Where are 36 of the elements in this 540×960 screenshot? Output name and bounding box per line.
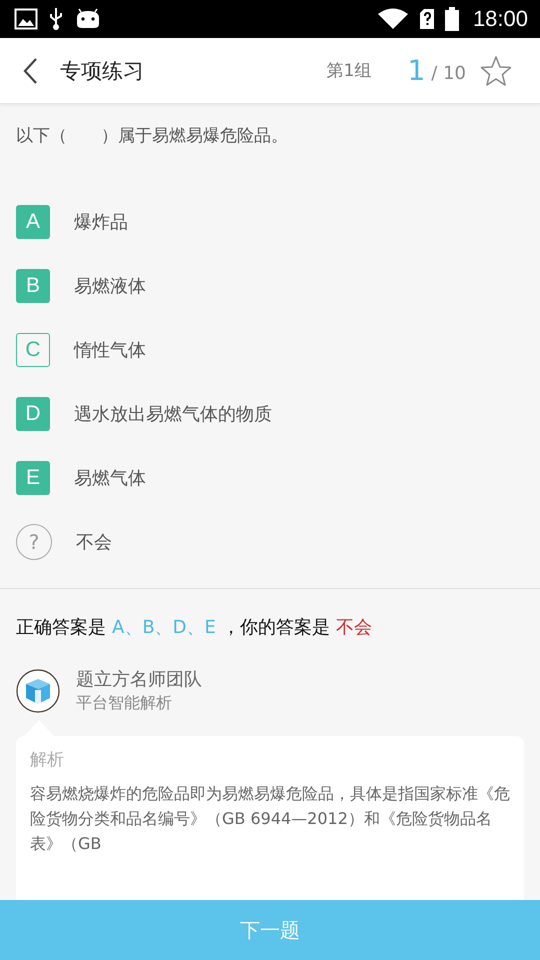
analyst-subtitle: 平台智能解析 — [76, 693, 173, 714]
option-text[interactable]: 易燃液体 — [74, 274, 146, 298]
android-icon — [74, 8, 102, 30]
page-title: 专项练习 — [60, 58, 144, 84]
group-label: 第1组 — [326, 60, 372, 82]
unknown-option-letter[interactable]: ? — [16, 524, 52, 560]
option-text[interactable]: 不会 — [76, 530, 112, 554]
option-text[interactable]: 爆炸品 — [74, 210, 128, 234]
sim-icon — [418, 8, 435, 30]
option-letter[interactable]: A — [16, 205, 50, 239]
option-text[interactable]: 遇水放出易燃气体的物质 — [74, 402, 272, 426]
option-letter[interactable]: E — [16, 461, 50, 495]
your-answer-label: ，你的答案是 — [222, 616, 330, 639]
next-question-button[interactable]: 下一题 — [0, 900, 540, 960]
your-answer: 不会 — [336, 616, 372, 639]
battery-icon — [444, 7, 459, 31]
clock: 18:00 — [472, 6, 528, 32]
option-letter[interactable]: D — [16, 397, 50, 431]
option-text[interactable]: 易燃气体 — [74, 466, 146, 490]
answer-label: 正确答案是 — [16, 616, 106, 639]
wifi-icon — [376, 7, 409, 31]
analyst-name: 题立方名师团队 — [76, 668, 202, 691]
usb-icon — [48, 7, 64, 31]
cube-avatar-icon — [16, 668, 60, 712]
current-question-number: 1 — [407, 54, 426, 87]
star-icon[interactable] — [480, 54, 512, 86]
option-letter[interactable]: C — [16, 333, 50, 367]
correct-answer: A、B、D、E — [112, 616, 216, 639]
question-total: / 10 — [431, 63, 466, 84]
analysis-title: 解析 — [30, 749, 65, 771]
image-icon — [14, 8, 38, 30]
option-letter[interactable]: B — [16, 269, 50, 303]
analysis-text: 容易燃烧爆炸的危险品即为易燃易爆危险品，具体是指国家标准《危险货物分类和品名编号》（GB 6944—2012）和《危险货物品名表》（GB — [30, 783, 510, 855]
question-text: 以下（ ）属于易燃易爆危险品。 — [15, 125, 289, 148]
back-icon[interactable] — [22, 56, 38, 84]
option-text[interactable]: 惰性气体 — [74, 338, 146, 362]
